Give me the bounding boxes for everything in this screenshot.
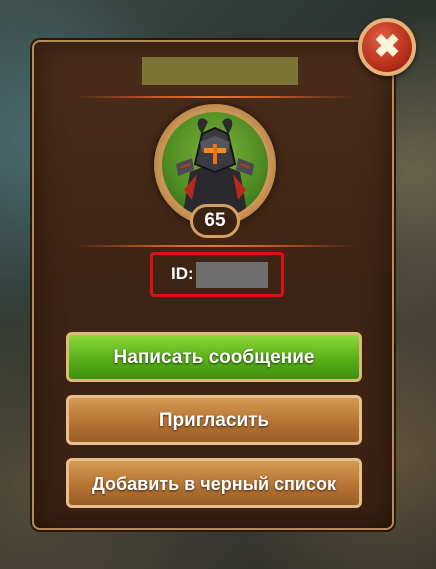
bottom-divider [74, 245, 354, 247]
player-id-redacted [196, 262, 268, 288]
add-to-blacklist-button[interactable]: Добавить в черный список [66, 458, 362, 508]
player-id-label: ID: [171, 264, 194, 283]
player-name-redacted [142, 57, 298, 85]
player-profile-dialog: 65 ID: Написать сообщение Пригласить Доб… [32, 40, 394, 530]
top-divider [74, 96, 354, 98]
invite-button[interactable]: Пригласить [66, 395, 362, 445]
player-level-badge: 65 [190, 204, 240, 238]
armored-hero-portrait-icon [162, 112, 268, 218]
close-icon[interactable]: ✖ [358, 18, 416, 76]
player-id-highlight: ID: [150, 252, 284, 297]
send-message-button[interactable]: Написать сообщение [66, 332, 362, 382]
